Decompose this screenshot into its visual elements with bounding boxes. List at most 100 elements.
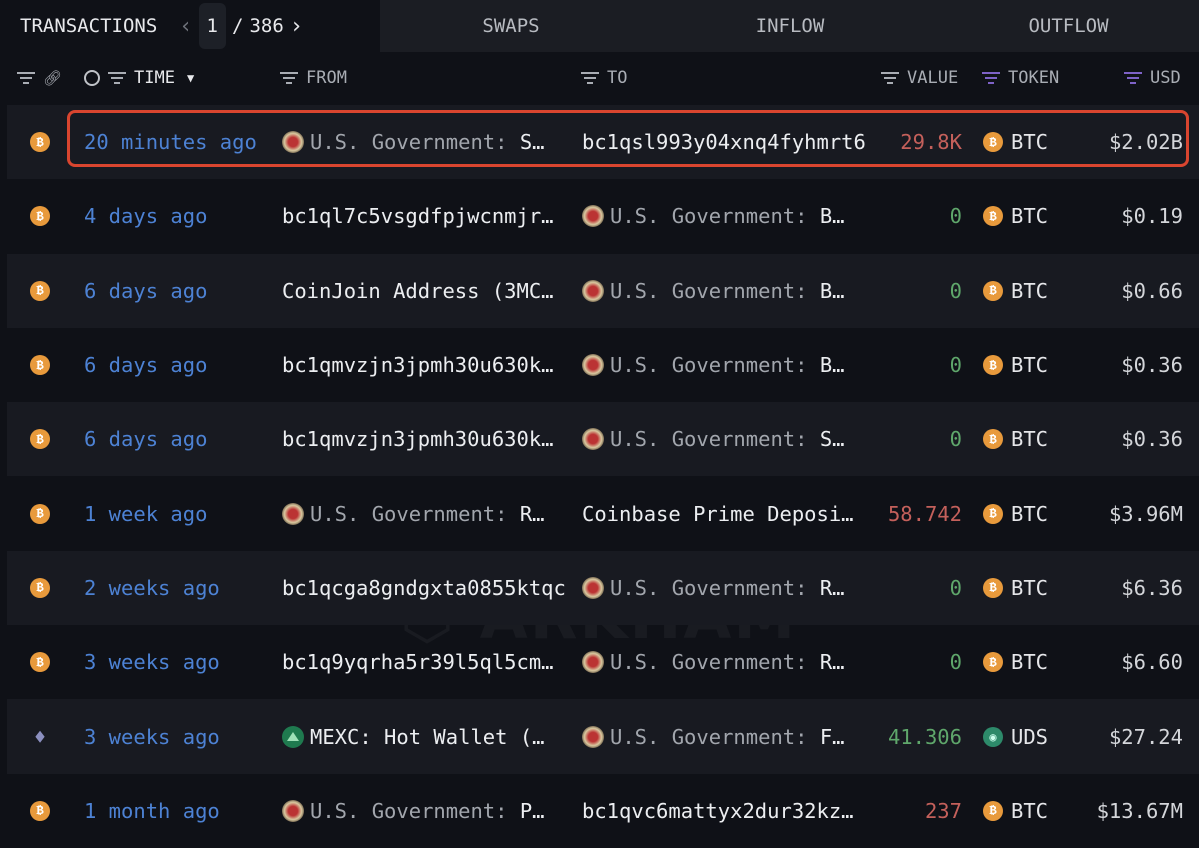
link-icon[interactable]: 🔗︎ [43, 69, 62, 87]
token[interactable]: ₿ BTC [983, 650, 1048, 674]
chevron-right-icon[interactable]: › [290, 14, 303, 39]
chevron-left-icon[interactable]: ‹ [179, 14, 192, 39]
token-symbol: BTC [1011, 650, 1049, 675]
time-link[interactable]: 2 weeks ago [84, 576, 220, 600]
to-entity[interactable]: U.S. Government: R… [582, 650, 845, 674]
column-to[interactable]: TO [581, 52, 627, 104]
from-entity[interactable]: U.S. Government: P… [282, 799, 545, 823]
entity-name: U.S. Government: [310, 798, 508, 823]
tab-inflow[interactable]: INFLOW [642, 0, 938, 52]
bitcoin-icon: ₿ [983, 503, 1003, 524]
token[interactable]: ₿ BTC [983, 576, 1048, 600]
token[interactable]: ₿ BTC [983, 427, 1048, 451]
entity-suffix: B… [819, 204, 845, 229]
filter-icon[interactable] [881, 72, 899, 84]
to-entity[interactable]: bc1qsl993y04xnq4fyhmrt6 [582, 130, 866, 154]
tab-bar: TRANSACTIONS ‹ 1 / 386 › SWAPS INFLOW OU… [0, 0, 1199, 52]
bitcoin-icon: ₿ [30, 503, 50, 524]
column-value-label: VALUE [907, 68, 959, 88]
address: bc1q9yqrha5r39l5ql5cm… [282, 650, 554, 675]
from-entity[interactable]: bc1q9yqrha5r39l5ql5cm… [282, 650, 554, 674]
filter-icon[interactable] [1124, 72, 1142, 84]
page-total: 386 [249, 15, 284, 37]
column-value[interactable]: VALUE [881, 52, 958, 104]
entity-name: MEXC: Hot Wallet (… [310, 724, 545, 749]
time-link[interactable]: 1 week ago [84, 502, 207, 526]
column-from[interactable]: FROM [280, 52, 347, 104]
value: 0 [949, 427, 962, 452]
from-entity[interactable]: CoinJoin Address (3MC… [282, 279, 554, 303]
token-symbol: BTC [1011, 798, 1049, 823]
time-link[interactable]: 6 days ago [84, 279, 207, 303]
token-symbol: BTC [1011, 278, 1049, 303]
table-row[interactable]: ₿ 1 week ago U.S. Government: R… Coinbase P… [0, 476, 1199, 550]
to-entity[interactable]: Coinbase Prime Deposi… [582, 502, 854, 526]
from-entity[interactable]: U.S. Government: R… [282, 502, 545, 526]
time-link[interactable]: 20 minutes ago [84, 130, 257, 154]
token[interactable]: ₿ BTC [983, 279, 1048, 303]
to-entity[interactable]: U.S. Government: S… [582, 427, 845, 451]
token[interactable]: ◉ UDS [983, 725, 1048, 749]
table-row[interactable]: ₿ 3 weeks ago bc1q9yqrha5r39l5ql5cm… U.S. G… [0, 625, 1199, 699]
time-link[interactable]: 1 month ago [84, 799, 220, 823]
address: bc1qmvzjn3jpmh30u630k… [282, 353, 554, 378]
to-entity[interactable]: bc1qvc6mattyx2dur32kz… [582, 799, 854, 823]
to-entity[interactable]: U.S. Government: R… [582, 576, 845, 600]
entity-name: U.S. Government: [310, 501, 508, 526]
time-link[interactable]: 6 days ago [84, 427, 207, 451]
bitcoin-icon: ₿ [30, 652, 50, 673]
tab-swaps[interactable]: SWAPS [380, 0, 642, 52]
sort-down-icon[interactable]: ▼ [187, 71, 194, 85]
from-entity[interactable]: bc1qcga8gndgxta0855ktqc [282, 576, 566, 600]
time-link[interactable]: 4 days ago [84, 204, 207, 228]
from-entity[interactable]: bc1ql7c5vsgdfpjwcnmjr… [282, 204, 554, 228]
tab-transactions[interactable]: TRANSACTIONS ‹ 1 / 386 › [0, 0, 380, 52]
column-usd[interactable]: USD [1124, 52, 1181, 104]
table-row[interactable]: ₿ 6 days ago bc1qmvzjn3jpmh30u630k… U.S. Go… [0, 328, 1199, 402]
from-entity[interactable]: bc1qmvzjn3jpmh30u630k… [282, 427, 554, 451]
filter-icon[interactable] [982, 72, 1000, 84]
from-entity[interactable]: U.S. Government: S… [282, 130, 545, 154]
token-symbol: UDS [1011, 724, 1049, 749]
from-entity[interactable]: bc1qmvzjn3jpmh30u630k… [282, 353, 554, 377]
page-current[interactable]: 1 [198, 3, 226, 49]
time-link[interactable]: 3 weeks ago [84, 725, 220, 749]
bitcoin-icon: ₿ [30, 132, 50, 153]
table-row[interactable]: ₿ 4 days ago bc1ql7c5vsgdfpjwcnmjr… U.S. Go… [0, 179, 1199, 253]
us-government-seal-icon [282, 502, 304, 525]
usd-value: $2.02B [1108, 130, 1183, 155]
token[interactable]: ₿ BTC [983, 502, 1048, 526]
token[interactable]: ₿ BTC [983, 130, 1048, 154]
token[interactable]: ₿ BTC [983, 353, 1048, 377]
filter-icon[interactable] [280, 72, 298, 84]
table-row[interactable]: ♦ 3 weeks ago MEXC: Hot Wallet (… U.S. Gove… [0, 699, 1199, 774]
time-link[interactable]: 3 weeks ago [84, 650, 220, 674]
to-entity[interactable]: U.S. Government: B… [582, 204, 845, 228]
us-government-seal-icon [582, 651, 604, 674]
column-time[interactable]: TIME ▼ [84, 52, 194, 104]
entity-name: U.S. Government: [610, 650, 808, 675]
column-token[interactable]: TOKEN [982, 52, 1059, 104]
time-link[interactable]: 6 days ago [84, 353, 207, 377]
filter-icon[interactable] [581, 72, 599, 84]
table-row[interactable]: ₿ 1 month ago U.S. Government: P… bc1qvc6ma… [0, 774, 1199, 848]
tab-outflow[interactable]: OUTFLOW [938, 0, 1199, 52]
table-row[interactable]: ₿ 20 minutes ago U.S. Government: S… bc1qsl… [0, 105, 1199, 180]
chain-filter[interactable]: 🔗︎ [17, 52, 62, 104]
table-row[interactable]: ₿ 6 days ago bc1qmvzjn3jpmh30u630k… U.S. Go… [0, 402, 1199, 477]
to-entity[interactable]: U.S. Government: B… [582, 353, 845, 377]
entity-suffix: B… [819, 278, 845, 303]
from-entity[interactable]: MEXC: Hot Wallet (… [282, 725, 545, 749]
token[interactable]: ₿ BTC [983, 204, 1048, 228]
table-row[interactable]: ₿ 6 days ago CoinJoin Address (3MC… U.S. Go… [0, 253, 1199, 329]
value: 41.306 [887, 724, 962, 749]
filter-icon[interactable] [17, 72, 35, 84]
to-entity[interactable]: U.S. Government: B… [582, 279, 845, 303]
table-row[interactable]: ₿ 2 weeks ago bc1qcga8gndgxta0855ktqc U.S. … [0, 550, 1199, 626]
filter-icon[interactable] [108, 72, 126, 84]
entity-suffix: R… [819, 575, 845, 600]
usd-value: $0.36 [1121, 427, 1183, 452]
token[interactable]: ₿ BTC [983, 799, 1048, 823]
to-entity[interactable]: U.S. Government: F… [582, 725, 845, 749]
token-symbol: BTC [1011, 130, 1049, 155]
